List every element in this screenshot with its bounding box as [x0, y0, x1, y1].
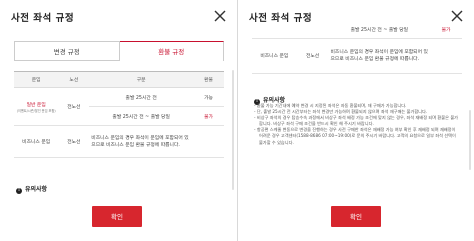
condition-cell: 출발 25시간 전 ~ 출발 당일 — [328, 22, 431, 39]
table-row: 비즈니스 운임 전노선 비즈니스 운임의 경우 좌석이 운임에 포함되어 있으므… — [252, 38, 462, 74]
info-icon: ! — [16, 188, 22, 194]
refund-cell: 불가 — [193, 106, 224, 126]
tab-change-rules[interactable]: 변경 규정 — [14, 41, 120, 61]
col-fare: 운임 — [14, 71, 59, 88]
col-route: 노선 — [58, 71, 90, 88]
rule-tabs: 변경 규정 환불 규정 — [14, 41, 224, 61]
fare-cell: 비즈니스 운임 — [252, 38, 297, 74]
table-row: 출발 25시간 전 ~ 출발 당일 불가 — [252, 22, 462, 39]
refund-cell: 불가 — [430, 22, 462, 39]
fare-cell: 일반 운임 (이벤트/시즌/할인 운임 포함) — [14, 87, 59, 126]
scrollbar[interactable] — [469, 110, 471, 170]
list-item: - 비상구 좌석의 경우 탑승수속 과정에서 비상구 좌석 배정 가능 조건에 … — [254, 115, 459, 127]
fare-cell — [252, 22, 297, 39]
confirm-button[interactable]: 확인 — [92, 206, 142, 227]
refund-cell — [430, 38, 462, 74]
route-cell — [296, 22, 329, 39]
confirm-button[interactable]: 확인 — [331, 206, 381, 227]
notice-list: - 환불 가능 기간내에 예약 변경 시 지정된 좌석은 자동 환불되며, 재 … — [254, 103, 460, 146]
scrollbar[interactable] — [232, 70, 234, 190]
dialog-title: 사전 좌석 규정 — [11, 13, 75, 24]
fare-name: 일반 운임 — [26, 102, 46, 108]
condition-cell: 비즈니스 운임의 경우 좌석이 운임에 포함되어 있으므로 비즈니스 운임 환불… — [89, 125, 193, 158]
refund-cell — [193, 125, 224, 158]
table-row: 비즈니스 운임 전노선 비즈니스 운임의 경우 좌석이 운임에 포함되어 있으므… — [14, 125, 224, 158]
seat-rules-dialog-right: 사전 좌석 규정 출발 25시간 전 ~ 출발 당일 불가 비즈니스 운임 전노… — [237, 0, 474, 241]
fare-cell: 비즈니스 운임 — [14, 125, 59, 158]
condition-cell: 출발 25시간 전 ~ 출발 당일 — [89, 106, 193, 126]
close-icon[interactable] — [213, 9, 227, 23]
col-condition: 구분 — [89, 71, 193, 88]
route-cell: 전노선 — [58, 87, 90, 126]
col-refund: 환불 — [193, 71, 224, 88]
table-row: 일반 운임 (이벤트/시즌/할인 운임 포함) 전노선 출발 25시간 전 가능 — [14, 87, 224, 126]
condition-cell: 비즈니스 운임의 경우 좌석이 운임에 포함되어 있으므로 비즈니스 운임 환불… — [328, 38, 431, 74]
list-item: - 항공편 스케줄 변동으로 변경을 진행하는 경우 사전 구매한 좌석은 재배… — [254, 127, 456, 145]
dialog-header: 사전 좌석 규정 — [0, 0, 237, 33]
seat-rules-dialog-left: 사전 좌석 규정 변경 규정 환불 규정 운임 노선 구분 환불 일반 운임 (… — [0, 0, 237, 241]
route-cell: 전노선 — [58, 125, 90, 158]
tab-refund-rules[interactable]: 환불 규정 — [119, 41, 224, 61]
notice-title: 유의사항 — [25, 186, 48, 193]
refund-rules-table: 운임 노선 구분 환불 일반 운임 (이벤트/시즌/할인 운임 포함) 전노선 … — [14, 71, 224, 158]
route-cell: 전노선 — [296, 38, 329, 74]
refund-cell: 가능 — [193, 87, 224, 107]
refund-rules-table: 출발 25시간 전 ~ 출발 당일 불가 비즈니스 운임 전노선 비즈니스 운임… — [252, 22, 462, 74]
close-icon[interactable] — [450, 9, 464, 23]
notice-heading: ! 유의사항 — [16, 184, 47, 194]
fare-sub: (이벤트/시즌/할인 운임 포함) — [16, 108, 56, 113]
condition-cell: 출발 25시간 전 — [89, 87, 193, 107]
